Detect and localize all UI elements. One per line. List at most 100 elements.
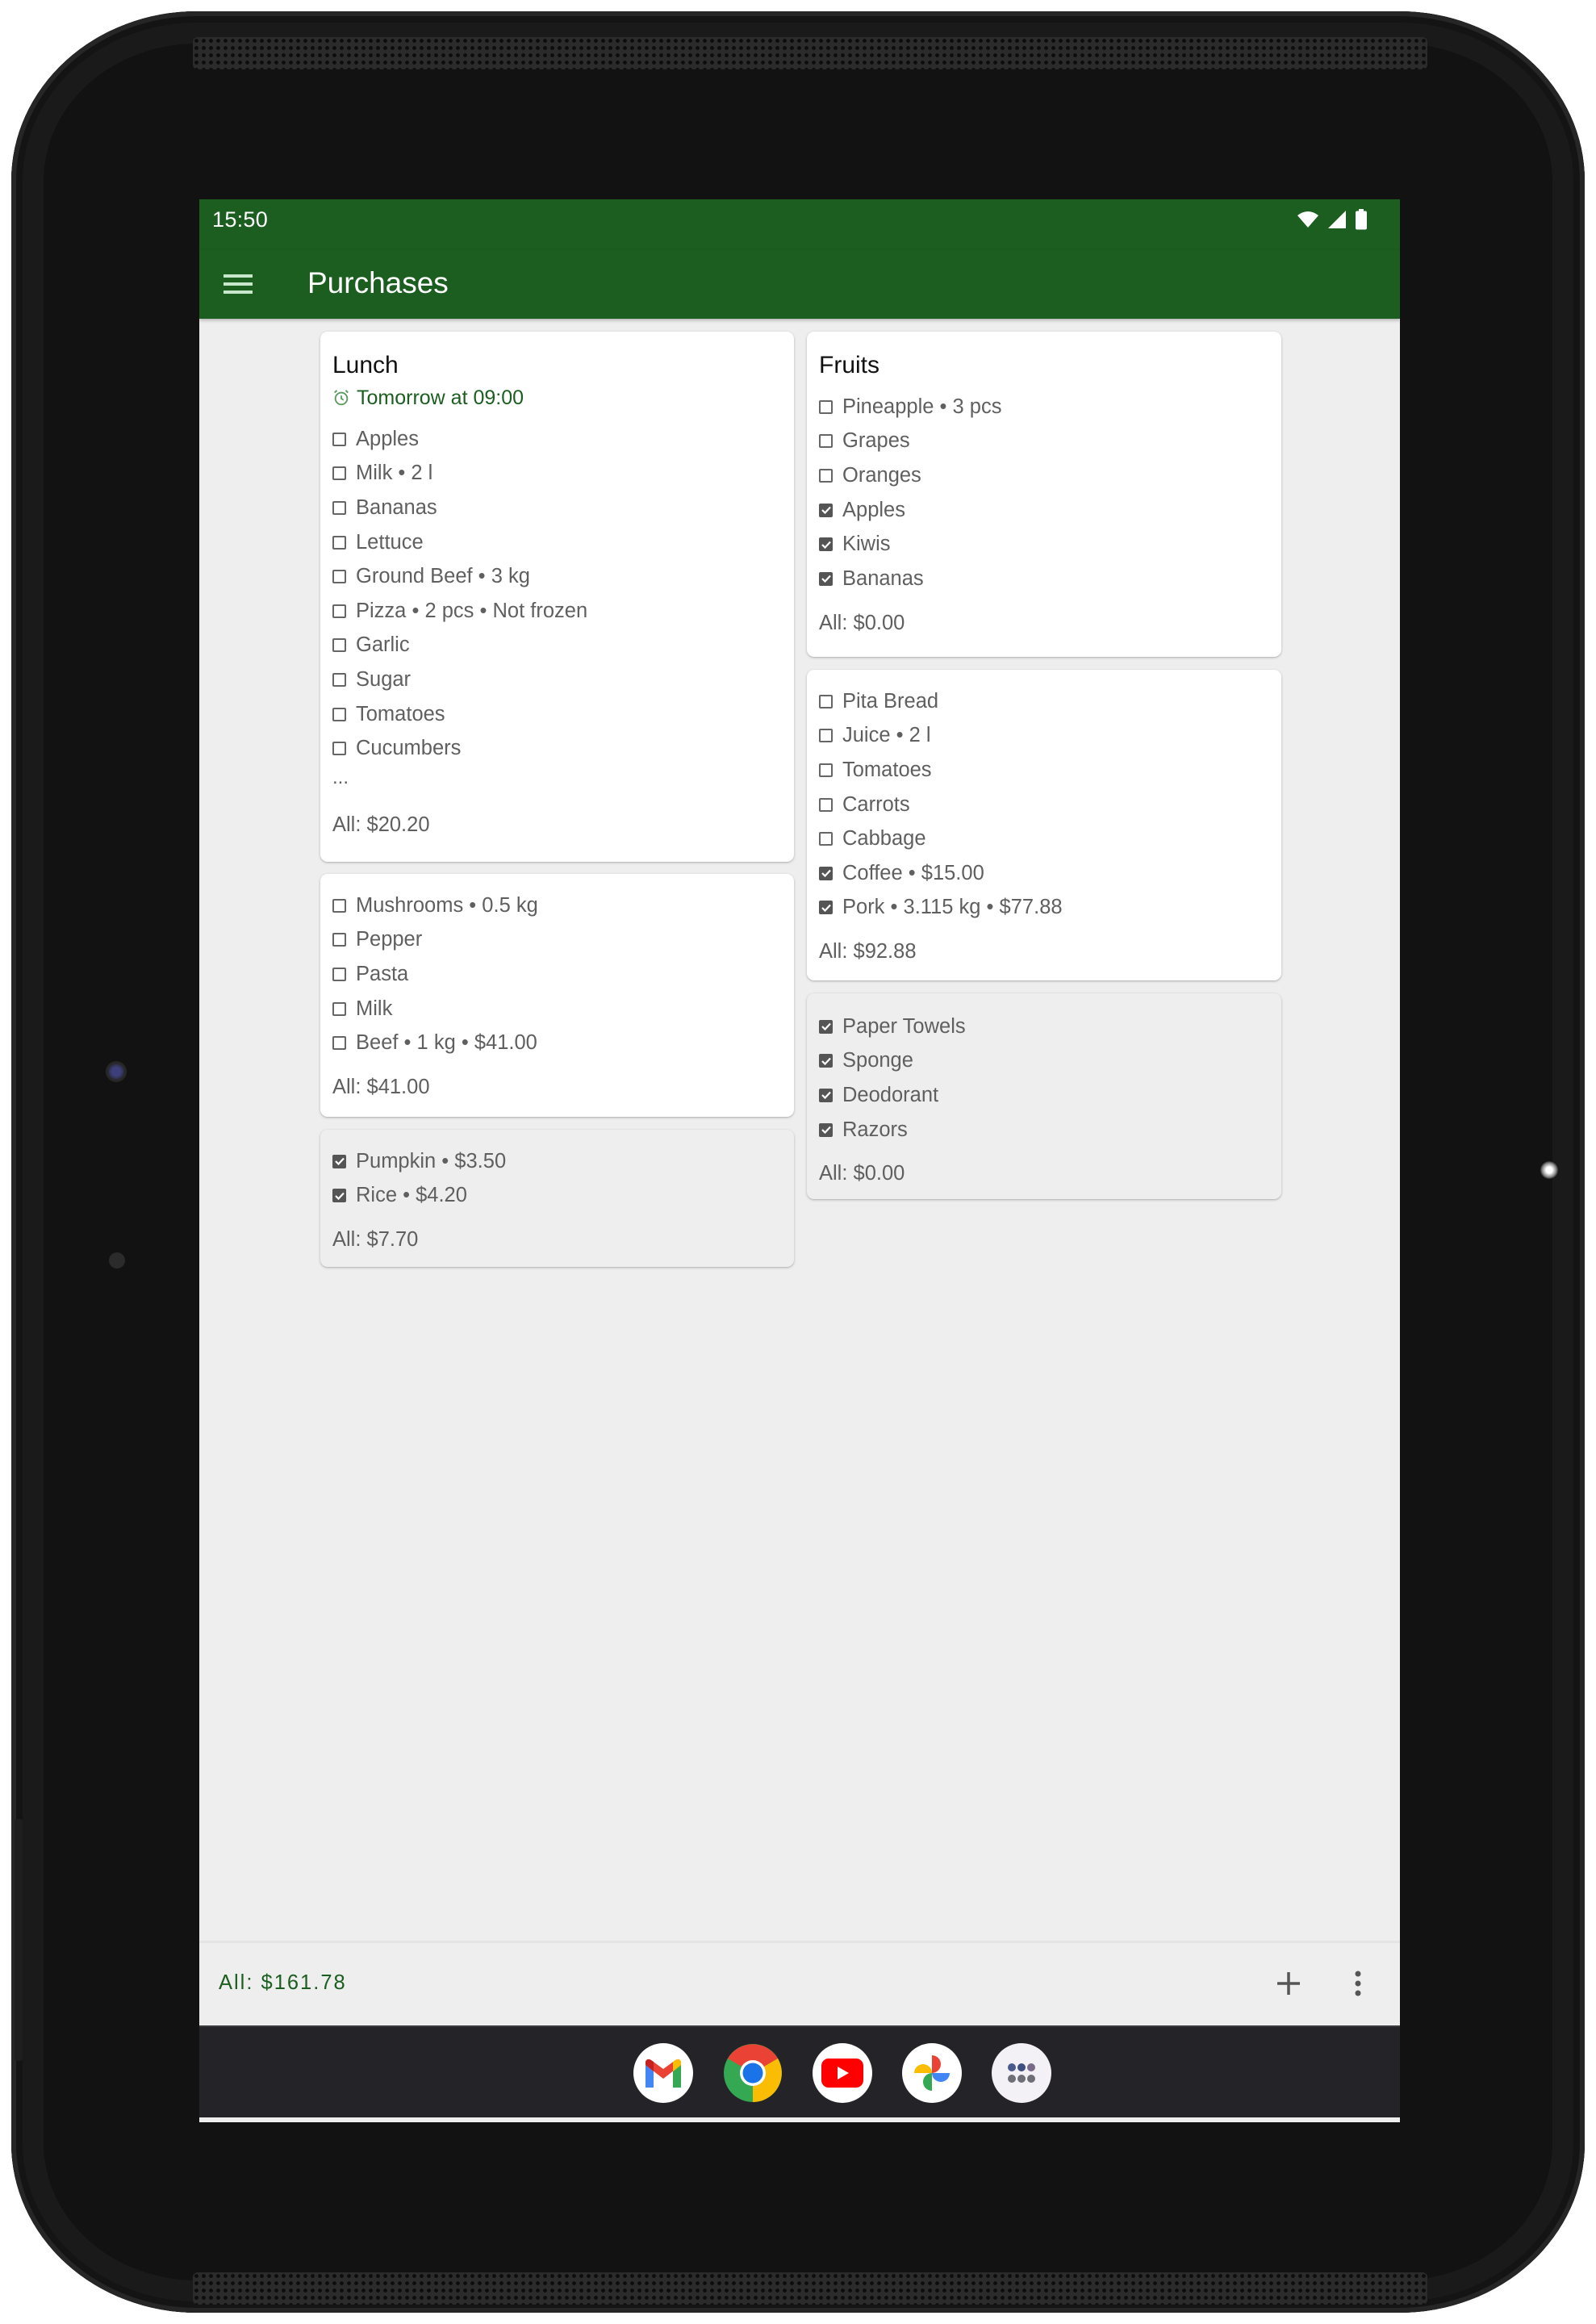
checkbox-unchecked-icon[interactable] xyxy=(332,466,346,481)
checkbox-unchecked-icon[interactable] xyxy=(332,672,346,687)
checkbox-unchecked-icon[interactable] xyxy=(332,707,346,721)
list-item[interactable]: Juice • 2 l xyxy=(819,719,1268,754)
list-item[interactable]: Pepper xyxy=(332,923,781,958)
checkbox-checked-icon[interactable] xyxy=(332,1189,346,1203)
checkbox-checked-icon[interactable] xyxy=(332,1154,346,1168)
list-card-completed[interactable]: Pumpkin • $3.50 Rice • $4.20 All: $7.70 xyxy=(320,1130,794,1267)
dock-app-chrome[interactable] xyxy=(723,2043,783,2103)
list-item[interactable]: Paper Towels xyxy=(819,1009,1268,1044)
checkbox-checked-icon[interactable] xyxy=(819,901,833,915)
checkbox-unchecked-icon[interactable] xyxy=(819,399,833,414)
list-item[interactable]: Tomatoes xyxy=(819,753,1268,788)
lists-grid: Lunch Tomorrow at 09:00 Apples Milk • 2 l… xyxy=(199,319,1400,1981)
card-reminder: Tomorrow at 09:00 xyxy=(332,382,781,414)
list-item[interactable]: Lettuce xyxy=(332,525,781,560)
checkbox-unchecked-icon[interactable] xyxy=(332,1036,346,1051)
list-item[interactable]: Sponge xyxy=(819,1044,1268,1079)
checkbox-unchecked-icon[interactable] xyxy=(332,967,346,981)
list-item[interactable]: Pineapple • 3 pcs xyxy=(819,390,1268,424)
checkbox-unchecked-icon[interactable] xyxy=(332,500,346,515)
list-item[interactable]: Pumpkin • $3.50 xyxy=(332,1144,781,1179)
item-label: Tomatoes xyxy=(356,702,445,725)
dock-app-drawer[interactable] xyxy=(992,2043,1051,2103)
plus-icon xyxy=(1277,1972,1300,1995)
dock-app-youtube[interactable] xyxy=(813,2043,872,2103)
list-item[interactable]: Cabbage xyxy=(819,821,1268,856)
add-list-button[interactable] xyxy=(1272,1967,1305,2000)
checkbox-unchecked-icon[interactable] xyxy=(332,898,346,913)
checkbox-checked-icon[interactable] xyxy=(819,537,833,552)
item-label: Oranges xyxy=(842,463,921,487)
checkbox-unchecked-icon[interactable] xyxy=(819,434,833,449)
dock-app-gmail[interactable] xyxy=(633,2043,693,2103)
item-label: Rice • $4.20 xyxy=(356,1184,467,1207)
checkbox-unchecked-icon[interactable] xyxy=(819,694,833,708)
bottom-speaker-grille xyxy=(193,2272,1427,2305)
checkbox-unchecked-icon[interactable] xyxy=(332,604,346,618)
checkbox-checked-icon[interactable] xyxy=(819,503,833,517)
checkbox-unchecked-icon[interactable] xyxy=(332,933,346,947)
dock-app-photos[interactable] xyxy=(902,2043,962,2103)
item-list: Pineapple • 3 pcs Grapes Oranges Apples Kiwi… xyxy=(819,390,1268,596)
list-card-fruits[interactable]: Fruits Pineapple • 3 pcs Grapes Oranges App… xyxy=(807,332,1281,657)
card-total: All: $7.70 xyxy=(332,1228,419,1252)
item-label: Razors xyxy=(842,1118,908,1141)
list-item[interactable]: Cucumbers xyxy=(332,731,781,766)
list-item[interactable]: Milk • 2 l xyxy=(332,457,781,491)
list-item[interactable]: Grapes xyxy=(819,424,1268,459)
checkbox-checked-icon[interactable] xyxy=(819,1019,833,1034)
checkbox-unchecked-icon[interactable] xyxy=(819,763,833,777)
list-card-completed[interactable]: Paper Towels Sponge Deodorant Razors All: $… xyxy=(807,993,1281,1199)
checkbox-unchecked-icon[interactable] xyxy=(819,468,833,483)
checkbox-unchecked-icon[interactable] xyxy=(819,797,833,812)
list-item[interactable]: Oranges xyxy=(819,458,1268,493)
checkbox-unchecked-icon[interactable] xyxy=(819,832,833,846)
checkbox-unchecked-icon[interactable] xyxy=(332,742,346,756)
list-item[interactable]: Bananas xyxy=(332,491,781,525)
hamburger-menu-icon[interactable] xyxy=(222,270,254,299)
checkbox-checked-icon[interactable] xyxy=(819,1122,833,1137)
checkbox-checked-icon[interactable] xyxy=(819,1088,833,1102)
list-card-lunch[interactable]: Lunch Tomorrow at 09:00 Apples Milk • 2 l… xyxy=(320,332,794,862)
list-item[interactable]: Pasta xyxy=(332,957,781,992)
list-item[interactable]: Kiwis xyxy=(819,527,1268,562)
list-item[interactable]: Beef • 1 kg • $41.00 xyxy=(332,1026,781,1060)
list-item[interactable]: Rice • $4.20 xyxy=(332,1179,781,1214)
list-card[interactable]: Mushrooms • 0.5 kg Pepper Pasta Milk Beef • … xyxy=(320,874,794,1117)
list-item[interactable]: Bananas xyxy=(819,562,1268,596)
list-item[interactable]: Coffee • $15.00 xyxy=(819,856,1268,891)
list-item[interactable]: Pork • 3.115 kg • $77.88 xyxy=(819,891,1268,926)
list-item[interactable]: Garlic xyxy=(332,629,781,663)
checkbox-unchecked-icon[interactable] xyxy=(332,432,346,446)
list-item[interactable]: Razors xyxy=(819,1113,1268,1147)
item-label: Coffee • $15.00 xyxy=(842,861,984,884)
list-item[interactable]: Apples xyxy=(819,493,1268,528)
more-vertical-icon xyxy=(1355,1971,1361,1996)
checkbox-unchecked-icon[interactable] xyxy=(332,1001,346,1016)
list-item[interactable]: Pita Bread xyxy=(819,684,1268,719)
checkbox-unchecked-icon[interactable] xyxy=(332,638,346,653)
list-item[interactable]: Mushrooms • 0.5 kg xyxy=(332,888,781,923)
list-item[interactable]: Carrots xyxy=(819,788,1268,822)
item-label: Tomatoes xyxy=(842,758,932,781)
item-label: Kiwis xyxy=(842,533,891,556)
list-item[interactable]: Sugar xyxy=(332,663,781,697)
item-label: Cucumbers xyxy=(356,737,462,760)
list-card[interactable]: Pita Bread Juice • 2 l Tomatoes Carrots Cabb… xyxy=(807,670,1281,980)
checkbox-unchecked-icon[interactable] xyxy=(332,570,346,584)
list-item[interactable]: Tomatoes xyxy=(332,697,781,732)
list-item[interactable]: Deodorant xyxy=(819,1078,1268,1113)
list-item[interactable]: Apples xyxy=(332,422,781,457)
checkbox-checked-icon[interactable] xyxy=(819,571,833,586)
list-item[interactable]: Ground Beef • 3 kg xyxy=(332,559,781,594)
checkbox-checked-icon[interactable] xyxy=(819,866,833,880)
checkbox-checked-icon[interactable] xyxy=(819,1054,833,1068)
status-time: 15:50 xyxy=(212,207,269,232)
card-title: Lunch xyxy=(332,352,399,378)
list-item[interactable]: Pizza • 2 pcs • Not frozen xyxy=(332,594,781,629)
list-item[interactable]: Milk xyxy=(332,992,781,1026)
checkbox-unchecked-icon[interactable] xyxy=(332,535,346,550)
side-button[interactable] xyxy=(15,1819,23,2061)
checkbox-unchecked-icon[interactable] xyxy=(819,729,833,743)
more-options-button[interactable] xyxy=(1348,1967,1368,2000)
